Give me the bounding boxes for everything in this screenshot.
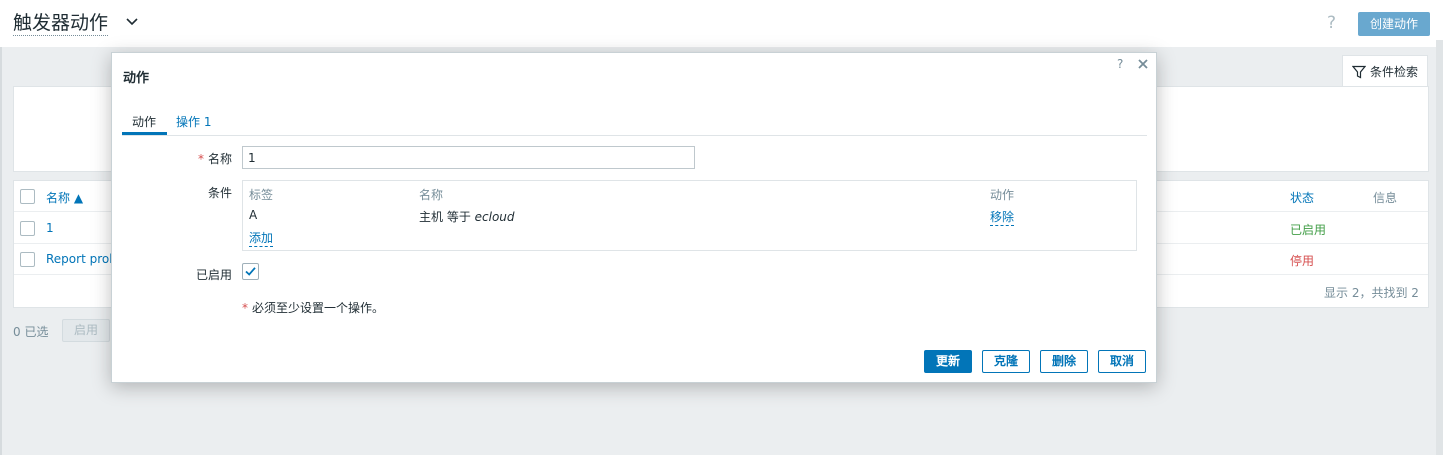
selected-count: 0 已选 <box>13 325 49 339</box>
required-asterisk: * <box>197 152 204 166</box>
help-icon[interactable]: ? <box>1327 13 1336 33</box>
add-condition-link[interactable]: 添加 <box>249 229 274 247</box>
clone-button[interactable]: 克隆 <box>982 350 1030 373</box>
enabled-label: 已启用 <box>195 268 232 282</box>
left-edge <box>0 47 2 455</box>
row-checkbox[interactable] <box>20 221 35 236</box>
name-input[interactable] <box>242 146 695 169</box>
close-icon[interactable] <box>1136 57 1150 71</box>
row-name-link[interactable]: 1 <box>46 221 54 235</box>
tab-action[interactable]: 动作 <box>132 113 156 130</box>
checkmark-icon <box>245 267 256 276</box>
select-all-checkbox[interactable] <box>20 189 35 204</box>
scrollbar[interactable] <box>1436 40 1443 455</box>
filter-icon <box>1351 65 1366 78</box>
dialog-tabs: 动作 操作 1 <box>122 108 1147 136</box>
cancel-button[interactable]: 取消 <box>1098 350 1146 373</box>
condition-name: 主机 等于 ecloud <box>419 210 515 224</box>
conditions-table: 标签 名称 动作 A 主机 等于 ecloud 移除 添加 <box>242 180 1137 251</box>
bulk-enable-button[interactable]: 启用 <box>62 319 110 342</box>
conditions-header-name: 名称 <box>419 188 444 202</box>
page: 触发器动作 ? 创建动作 条件检索 名称 ▲ 状态 信息 1 已启用 Repor… <box>0 0 1443 455</box>
active-tab-indicator <box>122 132 167 135</box>
action-dialog: 动作 ? 动作 操作 1 *名称 条件 标签 名称 动作 A 主机 等于 ecl… <box>111 52 1157 383</box>
update-button[interactable]: 更新 <box>924 350 972 373</box>
tab-operations[interactable]: 操作 1 <box>176 113 211 130</box>
enabled-checkbox[interactable] <box>242 263 259 280</box>
row-status-link[interactable]: 已启用 <box>1290 221 1326 238</box>
conditions-label: 条件 <box>207 186 232 200</box>
row-status-link[interactable]: 停用 <box>1290 252 1314 269</box>
dialog-title: 动作 <box>123 71 150 86</box>
create-action-button[interactable]: 创建动作 <box>1358 12 1430 36</box>
required-asterisk: * <box>242 301 248 315</box>
name-label: * 名称 <box>197 152 232 166</box>
column-name-header[interactable]: 名称 ▲ <box>46 189 83 206</box>
condition-label: A <box>249 208 258 222</box>
column-status-header[interactable]: 状态 <box>1290 189 1314 206</box>
remove-condition-link[interactable]: 移除 <box>990 208 1015 226</box>
delete-button[interactable]: 删除 <box>1040 350 1088 373</box>
conditions-header-action: 动作 <box>990 188 1015 202</box>
required-operation-note: * 必须至少设置一个操作。 <box>242 301 385 315</box>
page-title[interactable]: 触发器动作 <box>13 11 109 36</box>
dialog-help-icon[interactable]: ? <box>1117 57 1123 71</box>
row-checkbox[interactable] <box>20 252 35 267</box>
filter-tab[interactable]: 条件检索 <box>1342 55 1428 87</box>
header: 触发器动作 ? 创建动作 <box>0 0 1443 47</box>
row-name-link[interactable]: Report prob <box>46 252 117 266</box>
table-summary: 显示 2，共找到 2 <box>1324 286 1419 300</box>
filter-label: 条件检索 <box>1369 65 1418 79</box>
chevron-down-icon[interactable] <box>125 14 139 28</box>
conditions-header-label: 标签 <box>249 188 274 202</box>
column-info-header: 信息 <box>1373 191 1398 205</box>
